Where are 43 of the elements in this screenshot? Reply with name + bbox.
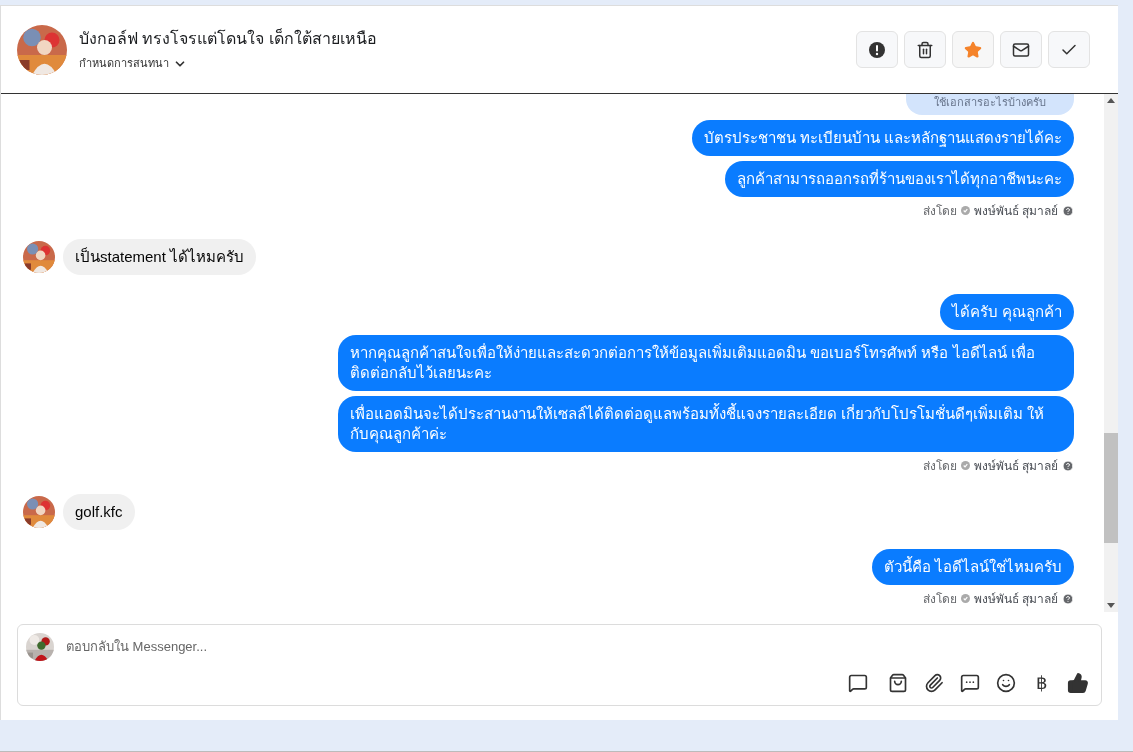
message-bubble: ลูกค้าสามารถออกรถที่ร้านของเราได้ทุกอาชีพนะคะ xyxy=(725,160,1074,197)
star-button[interactable] xyxy=(952,31,994,68)
check-button[interactable] xyxy=(1048,31,1090,68)
scrollbar[interactable] xyxy=(1104,94,1118,612)
scroll-up-icon[interactable] xyxy=(1107,98,1115,103)
alert-icon xyxy=(868,40,886,59)
paperclip-icon[interactable] xyxy=(924,673,944,693)
message-bubble: บัตรประชาชน ทะเบียนบ้าน และหลักฐานแสดงรายได้คะ xyxy=(691,119,1074,156)
sent-by-label: ส่งโดย xyxy=(922,457,957,475)
scroll-down-icon[interactable] xyxy=(1107,603,1115,608)
trash-icon xyxy=(916,40,934,59)
sender-name: พงษ์พันธ์ สุมาลย์ xyxy=(973,590,1058,608)
trash-button[interactable] xyxy=(904,31,946,68)
baht-button[interactable]: ฿ xyxy=(1032,669,1051,697)
scrollbar-thumb[interactable] xyxy=(1104,433,1118,543)
message-bubble: ตัวนี้คือ ไอดีไลน์ใช่ไหมครับ xyxy=(871,548,1074,585)
verified-icon xyxy=(960,206,970,215)
message-bubble: เพื่อแอดมินจะได้ประสานงานให้เซลล์ได้ติดต่อดูแลพร้อมทั้งชี้แจงรายละเอียด เกี่ยวกับโปรโมชั่นดีๆเพิ่มเติม ให้กับคุณลูกค้าค่ะ xyxy=(338,395,1074,452)
shopping-bag-icon[interactable] xyxy=(888,673,908,693)
alert-button[interactable] xyxy=(856,31,898,68)
message-bubble: ได้ครับ คุณลูกค้า xyxy=(939,293,1074,330)
message-bubble: เป็นstatement ได้ไหมครับ xyxy=(63,238,257,275)
star-icon xyxy=(964,40,982,59)
contact-name: บังกอล์ฟ ทรงโจรแต่โดนใจ เด็กใต้สายเหนือ xyxy=(79,27,378,50)
message-bubble: ใช้เอกสารอะไรบ้างครับ xyxy=(906,94,1074,115)
verified-icon xyxy=(960,594,970,603)
help-icon[interactable] xyxy=(1062,459,1074,472)
message-bubble: หากคุณลูกค้าสนใจเพื่อให้ง่ายและสะดวกต่อการให้ข้อมูลเพิ่มเติมแอดมิน ขอเบอร์โทรศัพท์ หรือ ไอดีไลน์ เพื่อติดต่อกลับไว้เลยนะคะ xyxy=(338,334,1074,391)
emoji-icon[interactable] xyxy=(996,673,1016,693)
reply-field[interactable]: ตอบกลับใน Messenger... xyxy=(66,637,1093,657)
verified-icon xyxy=(960,461,970,470)
message-bubble: golf.kfc xyxy=(63,493,135,530)
envelope-icon xyxy=(1012,40,1030,59)
thumbs-up-icon[interactable] xyxy=(1067,672,1089,694)
mail-button[interactable] xyxy=(1000,31,1042,68)
sender-name: พงษ์พันธ์ สุมาลย์ xyxy=(973,202,1058,220)
sent-by-label: ส่งโดย xyxy=(922,202,957,220)
sender-name: พงษ์พันธ์ สุมาลย์ xyxy=(973,457,1058,475)
chat-icon[interactable] xyxy=(960,673,980,693)
sent-by-label: ส่งโดย xyxy=(922,590,957,608)
conversation-menu[interactable]: กำหนดการสนทนา xyxy=(79,55,187,72)
help-icon[interactable] xyxy=(1062,592,1074,605)
help-icon[interactable] xyxy=(1062,204,1074,217)
